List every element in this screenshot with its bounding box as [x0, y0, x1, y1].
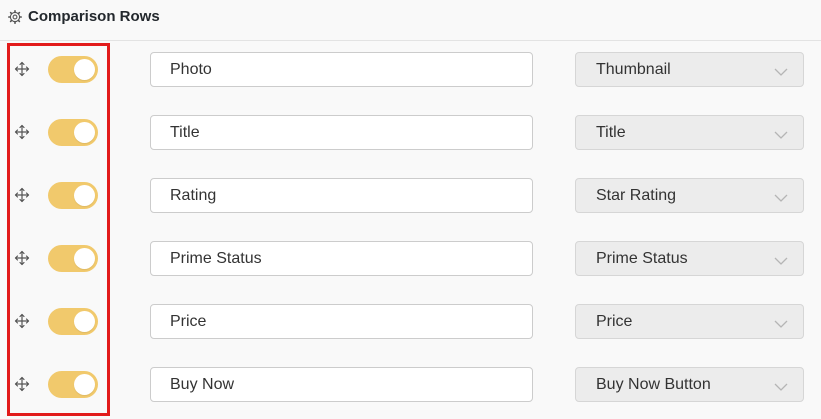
drag-handle-icon[interactable]	[14, 124, 30, 140]
chevron-down-icon	[774, 253, 788, 265]
comparison-row: Photo Thumbnail	[0, 41, 821, 104]
comparison-row: Prime Status Prime Status	[0, 230, 821, 293]
row-field-select[interactable]: Prime Status	[575, 241, 804, 276]
gear-icon	[8, 10, 22, 24]
row-label-input[interactable]: Buy Now	[150, 367, 533, 402]
toggle-knob	[74, 185, 95, 206]
toggle-knob	[74, 122, 95, 143]
row-label-input[interactable]: Prime Status	[150, 241, 533, 276]
row-label-input[interactable]: Price	[150, 304, 533, 339]
chevron-down-icon	[774, 316, 788, 328]
row-field-value: Title	[596, 124, 626, 141]
drag-handle-icon[interactable]	[14, 376, 30, 392]
drag-handle-icon[interactable]	[14, 250, 30, 266]
row-label-input[interactable]: Title	[150, 115, 533, 150]
chevron-down-icon	[774, 127, 788, 139]
toggle-knob	[74, 374, 95, 395]
row-toggle[interactable]	[48, 371, 98, 398]
row-field-value: Prime Status	[596, 250, 688, 267]
row-toggle[interactable]	[48, 308, 98, 335]
chevron-down-icon	[774, 64, 788, 76]
row-field-select[interactable]: Star Rating	[575, 178, 804, 213]
row-field-select[interactable]: Buy Now Button	[575, 367, 804, 402]
chevron-down-icon	[774, 379, 788, 391]
row-field-value: Thumbnail	[596, 61, 671, 78]
toggle-knob	[74, 311, 95, 332]
section-title: Comparison Rows	[28, 8, 160, 25]
row-field-select[interactable]: Thumbnail	[575, 52, 804, 87]
chevron-down-icon	[774, 190, 788, 202]
comparison-row: Buy Now Buy Now Button	[0, 356, 821, 419]
comparison-row: Rating Star Rating	[0, 167, 821, 230]
drag-handle-icon[interactable]	[14, 61, 30, 77]
comparison-row: Title Title	[0, 104, 821, 167]
drag-handle-icon[interactable]	[14, 313, 30, 329]
row-field-select[interactable]: Title	[575, 115, 804, 150]
drag-handle-icon[interactable]	[14, 187, 30, 203]
row-field-value: Star Rating	[596, 187, 677, 204]
toggle-knob	[74, 59, 95, 80]
row-label-input[interactable]: Rating	[150, 178, 533, 213]
row-toggle[interactable]	[48, 182, 98, 209]
row-toggle[interactable]	[48, 56, 98, 83]
row-label-input[interactable]: Photo	[150, 52, 533, 87]
comparison-row: Price Price	[0, 293, 821, 356]
row-field-value: Price	[596, 313, 633, 330]
section-header: Comparison Rows	[0, 0, 821, 41]
row-toggle[interactable]	[48, 245, 98, 272]
row-field-value: Buy Now Button	[596, 376, 711, 393]
toggle-knob	[74, 248, 95, 269]
row-field-select[interactable]: Price	[575, 304, 804, 339]
row-toggle[interactable]	[48, 119, 98, 146]
